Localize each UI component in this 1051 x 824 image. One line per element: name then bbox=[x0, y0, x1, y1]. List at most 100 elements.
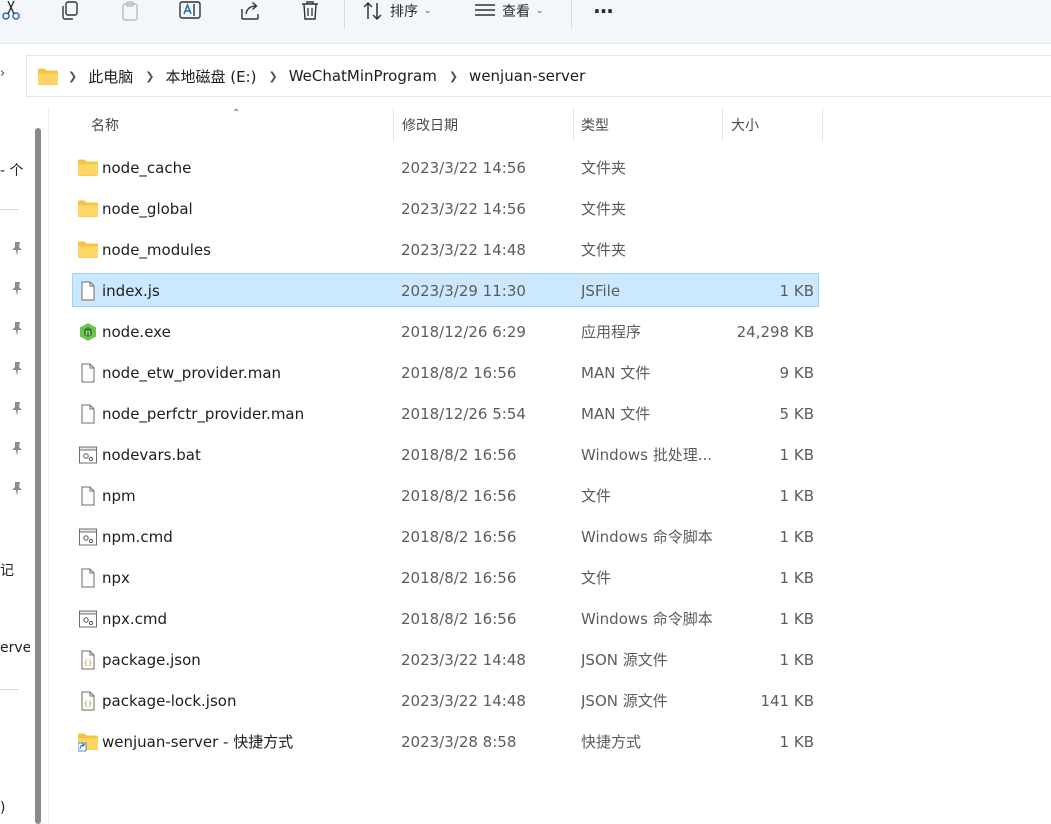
file-row[interactable]: wenjuan-server - 快捷方式 2023/3/28 8:58 快捷方式 1… bbox=[72, 724, 819, 758]
batch-file-icon bbox=[78, 445, 98, 465]
file-row[interactable]: npx.cmd 2018/8/2 16:56 Windows 命令脚本 1 KB bbox=[72, 601, 819, 635]
column-header-label: 大小 bbox=[731, 118, 759, 134]
file-row[interactable]: index.js 2023/3/29 11:30 JSFile 1 KB bbox=[72, 273, 819, 307]
pin-icon bbox=[12, 402, 22, 416]
folder-icon bbox=[78, 240, 98, 260]
file-modified-date: 2023/3/28 8:58 bbox=[401, 733, 517, 751]
file-name: node_modules bbox=[102, 241, 211, 259]
file-type: Windows 批处理... bbox=[581, 446, 713, 464]
copy-icon bbox=[62, 1, 78, 20]
sort-button[interactable]: 排序 ⌄ bbox=[362, 0, 442, 22]
file-modified-date: 2018/8/2 16:56 bbox=[401, 528, 517, 546]
file-size: 24,298 KB bbox=[736, 323, 814, 341]
toolbar-divider bbox=[344, 0, 345, 28]
file-modified-date: 2018/12/26 5:54 bbox=[401, 405, 526, 423]
file-modified-date: 2023/3/22 14:48 bbox=[401, 241, 526, 259]
share-button[interactable] bbox=[239, 0, 261, 22]
file-modified-date: 2023/3/22 14:56 bbox=[401, 200, 526, 218]
nav-item-label[interactable]: - 个 bbox=[0, 160, 24, 180]
clipboard-icon bbox=[122, 1, 138, 21]
nav-item-label[interactable]: ) bbox=[0, 800, 5, 816]
file-type: MAN 文件 bbox=[581, 405, 651, 423]
file-name: wenjuan-server - 快捷方式 bbox=[102, 733, 294, 751]
svg-text:{}: {} bbox=[84, 700, 92, 708]
file-type: 快捷方式 bbox=[581, 733, 642, 751]
delete-button[interactable] bbox=[299, 0, 321, 22]
json-file-icon: {} bbox=[78, 650, 98, 670]
breadcrumb-wenjuan-server[interactable]: wenjuan-server bbox=[469, 67, 585, 85]
file-modified-date: 2018/8/2 16:56 bbox=[401, 487, 517, 505]
folder-shortcut-icon bbox=[77, 732, 98, 752]
nav-scrollbar[interactable] bbox=[35, 128, 41, 824]
chevron-right-icon[interactable]: ❯ bbox=[268, 70, 277, 83]
column-header-type[interactable]: 类型 bbox=[571, 108, 721, 142]
paste-button[interactable] bbox=[119, 0, 141, 22]
file-modified-date: 2018/8/2 16:56 bbox=[401, 364, 517, 382]
file-icon bbox=[78, 281, 98, 301]
file-type: Windows 命令脚本 bbox=[581, 528, 713, 546]
column-header-size[interactable]: 大小 bbox=[721, 108, 821, 142]
nodejs-icon: n bbox=[78, 322, 98, 342]
rename-button[interactable] bbox=[179, 0, 201, 22]
nav-item-label[interactable]: 记 bbox=[0, 560, 14, 580]
sort-label: 排序 bbox=[390, 4, 418, 20]
file-size: 1 KB bbox=[779, 569, 814, 587]
expand-arrow-icon[interactable]: › bbox=[0, 66, 12, 86]
file-modified-date: 2018/8/2 16:56 bbox=[401, 610, 517, 628]
file-size: 9 KB bbox=[779, 364, 814, 382]
navigation-pane: - 个 记 erve ) bbox=[0, 108, 30, 824]
file-row[interactable]: n node.exe 2018/12/26 6:29 应用程序 24,298 KB bbox=[72, 314, 819, 348]
breadcrumb-local-disk[interactable]: 本地磁盘 (E:) bbox=[165, 66, 256, 87]
view-button[interactable]: 查看 ⌄ bbox=[474, 0, 554, 22]
file-row[interactable]: node_perfctr_provider.man 2018/12/26 5:54… bbox=[72, 396, 819, 430]
file-row[interactable]: npm.cmd 2018/8/2 16:56 Windows 命令脚本 1 KB bbox=[72, 519, 819, 553]
chevron-right-icon: ❯ bbox=[68, 69, 78, 83]
pane-splitter[interactable] bbox=[48, 108, 49, 824]
column-divider[interactable] bbox=[822, 108, 823, 142]
file-type: 文件 bbox=[581, 487, 612, 505]
file-icon bbox=[78, 568, 98, 588]
file-row[interactable]: npx 2018/8/2 16:56 文件 1 KB bbox=[72, 560, 819, 594]
chevron-right-icon[interactable]: ❯ bbox=[145, 70, 154, 83]
file-row[interactable]: node_etw_provider.man 2018/8/2 16:56 MAN 文… bbox=[72, 355, 819, 389]
file-size: 5 KB bbox=[779, 405, 814, 423]
json-file-icon: {} bbox=[78, 691, 98, 711]
more-options-button[interactable]: ··· bbox=[588, 0, 618, 23]
file-modified-date: 2023/3/22 14:48 bbox=[401, 692, 526, 710]
chevron-right-icon[interactable]: ❯ bbox=[449, 70, 458, 83]
file-name: package.json bbox=[102, 651, 201, 669]
file-modified-date: 2018/8/2 16:56 bbox=[401, 569, 517, 587]
file-size: 1 KB bbox=[779, 282, 814, 300]
file-row[interactable]: {} package.json 2023/3/22 14:48 JSON 源文件 1 K… bbox=[72, 642, 819, 676]
file-icon bbox=[78, 486, 98, 506]
svg-text:n: n bbox=[86, 329, 90, 337]
file-icon bbox=[78, 363, 98, 383]
column-header-label: 修改日期 bbox=[402, 118, 458, 134]
cut-button[interactable] bbox=[0, 0, 22, 22]
file-row[interactable]: node_global 2023/3/22 14:56 文件夹 bbox=[72, 191, 819, 225]
file-row[interactable]: {} package-lock.json 2023/3/22 14:48 JSON 源… bbox=[72, 683, 819, 717]
file-type: 文件 bbox=[581, 569, 612, 587]
folder-icon bbox=[78, 158, 98, 178]
breadcrumb-wechatminprogram[interactable]: WeChatMinProgram bbox=[289, 67, 437, 85]
copy-button[interactable] bbox=[59, 0, 81, 22]
pin-icon bbox=[12, 322, 22, 336]
column-header-modified[interactable]: 修改日期 bbox=[392, 108, 572, 142]
file-row[interactable]: node_cache 2023/3/22 14:56 文件夹 bbox=[72, 150, 819, 184]
nav-item-label[interactable]: erve bbox=[0, 640, 30, 656]
pin-icon bbox=[12, 362, 22, 376]
file-row[interactable]: node_modules 2023/3/22 14:48 文件夹 bbox=[72, 232, 819, 266]
file-type: Windows 命令脚本 bbox=[581, 610, 713, 628]
view-label: 查看 bbox=[502, 4, 530, 20]
address-bar[interactable]: ❯ 此电脑 ❯ 本地磁盘 (E:) ❯ WeChatMinProgram ❯ w… bbox=[26, 55, 1051, 97]
file-row[interactable]: npm 2018/8/2 16:56 文件 1 KB bbox=[72, 478, 819, 512]
file-name: npm bbox=[102, 487, 136, 505]
more-icon: ··· bbox=[593, 0, 614, 23]
toolbar-divider bbox=[571, 0, 572, 28]
command-bar: 排序 ⌄ 查看 ⌄ ··· bbox=[0, 0, 1051, 44]
file-row[interactable]: nodevars.bat 2018/8/2 16:56 Windows 批处理...… bbox=[72, 437, 819, 471]
nav-divider bbox=[0, 209, 19, 210]
file-size: 1 KB bbox=[779, 610, 814, 628]
file-type: 文件夹 bbox=[581, 241, 627, 259]
breadcrumb-this-pc[interactable]: 此电脑 bbox=[88, 66, 133, 87]
